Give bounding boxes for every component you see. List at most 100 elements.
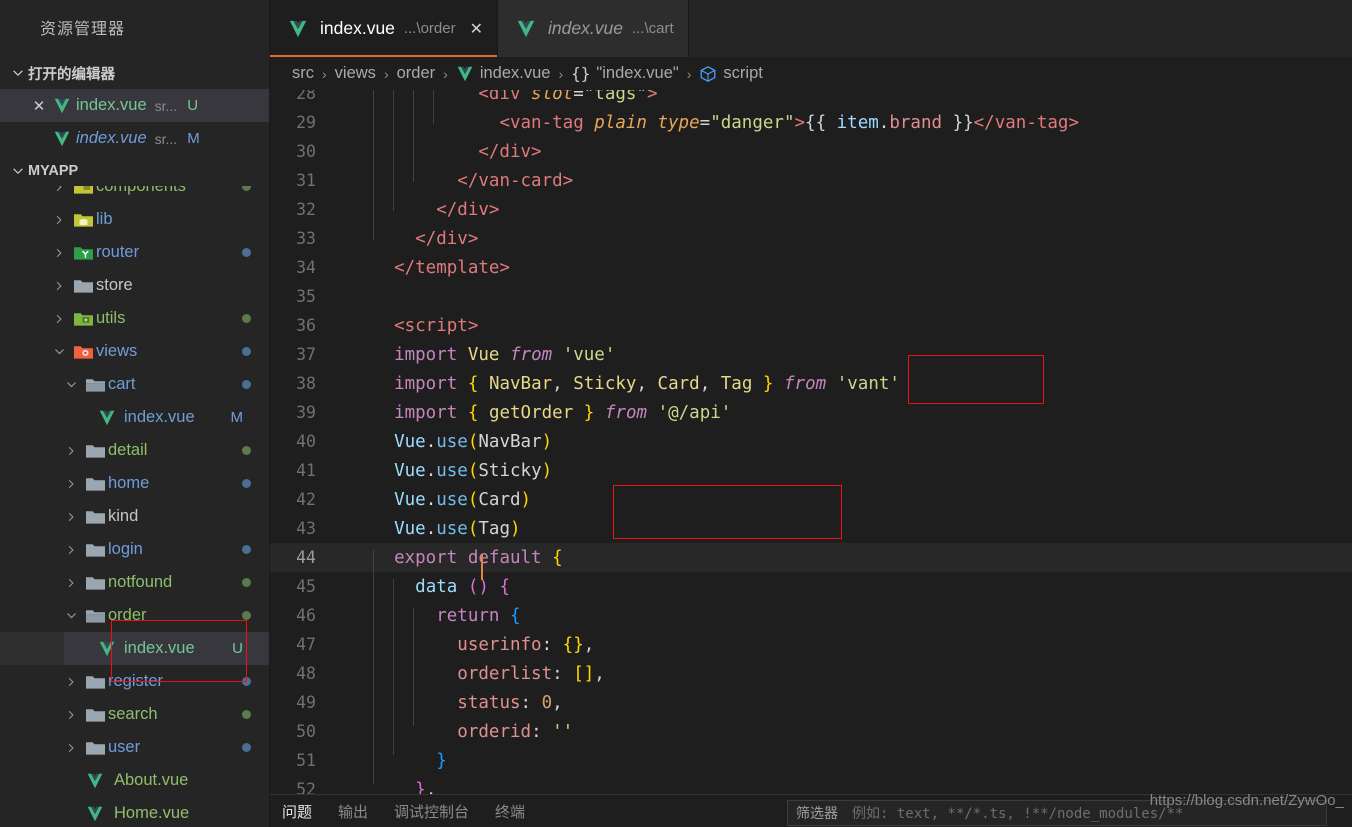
- code-line[interactable]: 29 <van-tag plain type="danger">{{ item.…: [270, 108, 1352, 137]
- code-text: </div>: [330, 229, 478, 249]
- tab-index-vue-order[interactable]: index.vue ...\order ✕: [270, 0, 499, 57]
- breadcrumb-item-module[interactable]: "index.vue": [596, 64, 678, 83]
- code-token: {: [552, 547, 563, 568]
- code-line[interactable]: 45 data () {: [270, 572, 1352, 601]
- code-line[interactable]: 39 import { getOrder } from '@/api': [270, 398, 1352, 427]
- tree-item-store[interactable]: store: [0, 269, 269, 302]
- code-line[interactable]: 33 </div>: [270, 224, 1352, 253]
- code-token: </div>: [415, 228, 479, 249]
- code-token: </van-tag>: [973, 112, 1079, 133]
- code-token: .: [425, 518, 437, 539]
- tree-item-lib[interactable]: lib: [0, 203, 269, 236]
- tree-item-kind[interactable]: kind: [0, 500, 269, 533]
- breadcrumb-item-src[interactable]: src: [292, 64, 314, 83]
- code-line[interactable]: 47 userinfo: {},: [270, 630, 1352, 659]
- code-line[interactable]: 41 Vue.use(Sticky): [270, 456, 1352, 485]
- breadcrumb-item-views[interactable]: views: [335, 64, 376, 83]
- breadcrumb-item-order[interactable]: order: [397, 64, 436, 83]
- panel-tab-terminal[interactable]: 终端: [495, 801, 525, 822]
- line-number: 33: [296, 229, 316, 248]
- code-line[interactable]: 31 </van-card>: [270, 166, 1352, 195]
- code-token: use: [436, 431, 468, 452]
- tree-item-cart[interactable]: cart: [0, 368, 269, 401]
- code-line[interactable]: 34 </template>: [270, 253, 1352, 282]
- open-editor-item-0[interactable]: ✕ index.vue sr... U: [0, 89, 269, 122]
- code-line[interactable]: 44 export default {: [270, 543, 1352, 572]
- folder-icon: [82, 509, 108, 525]
- tree-item-about-vue[interactable]: About.vue: [0, 764, 269, 797]
- breadcrumb: src › views › order › index.vue › {} "in…: [270, 57, 1352, 90]
- open-editor-item-1[interactable]: index.vue sr... M: [0, 122, 269, 155]
- code-line[interactable]: 48 orderlist: [],: [270, 659, 1352, 688]
- code-line[interactable]: 36 <script>: [270, 311, 1352, 340]
- tree-item-utils[interactable]: utils: [0, 302, 269, 335]
- line-number: 48: [296, 664, 316, 683]
- tree-item-home-vue[interactable]: Home.vue: [0, 797, 269, 827]
- status-dot: [242, 347, 251, 356]
- code-text: import Vue from 'vue': [330, 345, 615, 365]
- tree-item-router[interactable]: router: [0, 236, 269, 269]
- code-line[interactable]: 35: [270, 282, 1352, 311]
- tree-item-order[interactable]: order: [0, 599, 269, 632]
- code-token: .: [878, 112, 890, 133]
- code-token: ,: [699, 373, 721, 394]
- breadcrumb-item-index-vue[interactable]: index.vue: [480, 64, 551, 83]
- tree-item-label: cart: [108, 375, 136, 393]
- tree-item-order-index-vue[interactable]: index.vue U: [0, 632, 269, 665]
- project-header[interactable]: MYAPP: [0, 156, 269, 186]
- code-line[interactable]: 43 Vue.use(Tag): [270, 514, 1352, 543]
- folder-open-icon: [82, 377, 108, 393]
- chevron-right-icon: ›: [383, 65, 389, 82]
- open-editors-header[interactable]: 打开的编辑器: [0, 57, 269, 89]
- code-token: import: [394, 402, 458, 423]
- code-editor[interactable]: 28 <div slot="tags"> 29 <van-tag plain ty…: [270, 90, 1352, 794]
- tree-item-label: home: [108, 474, 150, 492]
- tree-item-register[interactable]: register: [0, 665, 269, 698]
- code-token: brand: [889, 112, 943, 133]
- code-token: use: [436, 460, 468, 481]
- tree-item-login[interactable]: login: [0, 533, 269, 566]
- tree-item-label: views: [96, 342, 138, 360]
- code-line[interactable]: 51 }: [270, 746, 1352, 775]
- tab-index-vue-cart[interactable]: index.vue ...\cart: [498, 0, 689, 57]
- code-token: 0: [541, 692, 553, 713]
- status-dot: [242, 677, 251, 686]
- panel-tab-problems[interactable]: 问题: [282, 801, 312, 822]
- tree-item-home[interactable]: home: [0, 467, 269, 500]
- breadcrumb-item-script[interactable]: script: [723, 64, 762, 83]
- close-icon[interactable]: ✕: [28, 97, 50, 115]
- code-line[interactable]: 49 status: 0,: [270, 688, 1352, 717]
- close-icon[interactable]: ✕: [470, 19, 483, 39]
- code-text: orderlist: [],: [330, 664, 605, 684]
- panel-tab-debug-console[interactable]: 调试控制台: [394, 801, 469, 822]
- tree-item-views[interactable]: views: [0, 335, 269, 368]
- line-number: 38: [296, 374, 316, 393]
- vue-icon: [94, 410, 120, 426]
- tree-item-label: order: [108, 606, 147, 624]
- tree-item-search[interactable]: search: [0, 698, 269, 731]
- code-line[interactable]: 28 <div slot="tags">: [270, 90, 1352, 108]
- tree-item-notfound[interactable]: notfound: [0, 566, 269, 599]
- chevron-down-icon: [8, 62, 28, 84]
- folder-lib-icon: [70, 212, 96, 228]
- code-line[interactable]: 30 </div>: [270, 137, 1352, 166]
- code-line[interactable]: 42 Vue.use(Card): [270, 485, 1352, 514]
- tree-item-detail[interactable]: detail: [0, 434, 269, 467]
- tree-item-cart-index-vue[interactable]: index.vue M: [0, 401, 269, 434]
- code-line[interactable]: 38 import { NavBar, Sticky, Card, Tag } …: [270, 369, 1352, 398]
- code-line[interactable]: 50 orderid: '': [270, 717, 1352, 746]
- tree-item-user[interactable]: user: [0, 731, 269, 764]
- code-line[interactable]: 46 return {: [270, 601, 1352, 630]
- filter-placeholder: 例如: text, **/*.ts, !**/node_modules/**: [852, 806, 1184, 822]
- panel-tab-output[interactable]: 输出: [338, 801, 368, 822]
- code-line[interactable]: 40 Vue.use(NavBar): [270, 427, 1352, 456]
- code-line[interactable]: 37 import Vue from 'vue': [270, 340, 1352, 369]
- project-label: MYAPP: [28, 163, 79, 179]
- code-line[interactable]: 32 </div>: [270, 195, 1352, 224]
- status-dot: [242, 380, 251, 389]
